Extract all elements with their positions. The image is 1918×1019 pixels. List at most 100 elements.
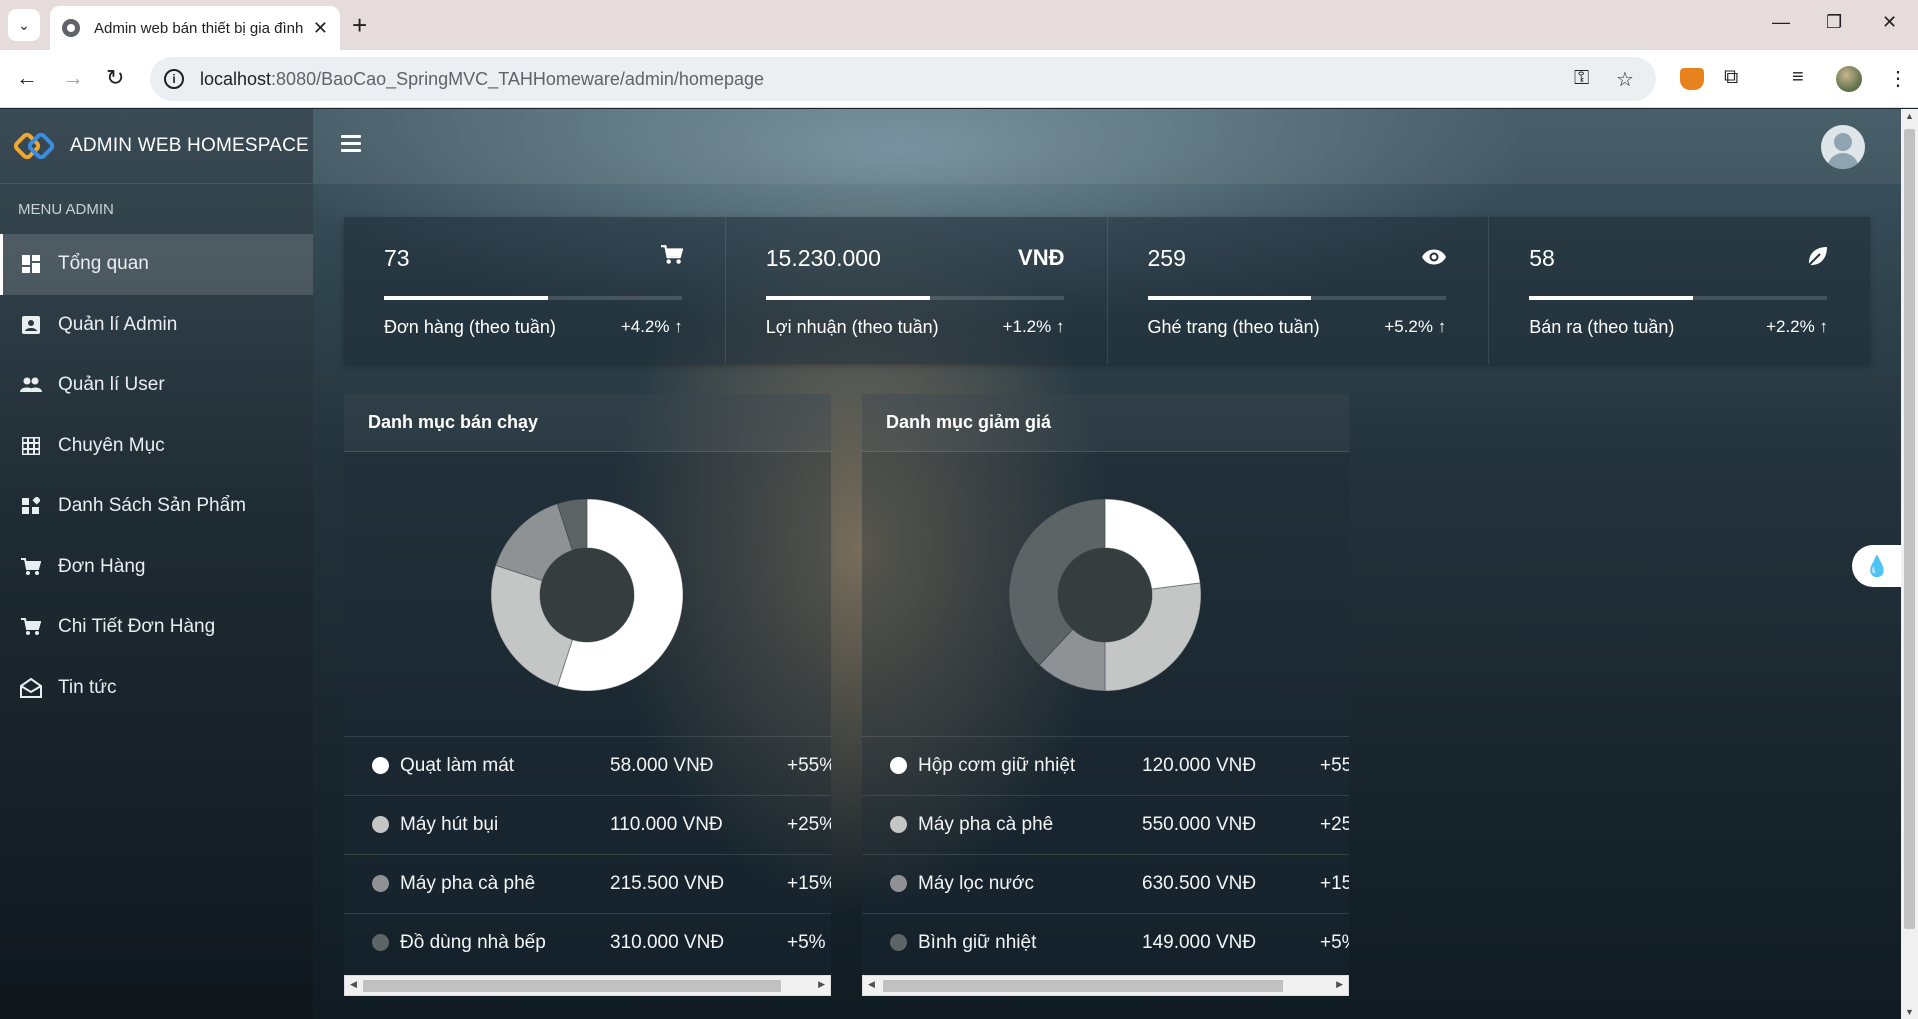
legend-percent: +25% xyxy=(1320,814,1349,835)
scroll-left-icon[interactable]: ◀ xyxy=(868,979,875,990)
sidebar-item-admin[interactable]: Quản lí Admin xyxy=(0,295,313,356)
legend-name: Máy pha cà phê xyxy=(400,873,536,894)
horizontal-scrollbar[interactable]: ◀ ▶ xyxy=(862,975,1349,996)
scroll-right-icon[interactable]: ▶ xyxy=(818,979,825,990)
sidebar-item-categories[interactable]: Chuyên Mục xyxy=(0,416,313,477)
extensions-puzzle-icon[interactable]: ⧉ xyxy=(1724,66,1738,89)
password-key-icon[interactable]: ⚿ xyxy=(1574,67,1589,90)
leaf-icon xyxy=(1806,245,1828,273)
reload-icon[interactable]: ↻ xyxy=(106,66,124,90)
sidebar-item-label: Quản lí User xyxy=(58,374,165,396)
stat-change: +2.2% ↑ xyxy=(1766,317,1828,336)
browser-toolbar: ← → ↻ i localhost:8080/BaoCao_SpringMVC_… xyxy=(0,50,1918,108)
sidebar-item-label: Tổng quan xyxy=(58,253,149,275)
stat-progress-bar xyxy=(765,296,1064,300)
back-icon[interactable]: ← xyxy=(16,66,38,90)
currency-label: VNĐ xyxy=(1018,245,1065,270)
browser-tab[interactable]: Admin web bán thiết bị gia đình ✕ xyxy=(50,6,340,50)
user-avatar[interactable] xyxy=(1821,125,1865,169)
cart-icon xyxy=(660,245,684,271)
stat-label: Lợi nhuận (theo tuần) xyxy=(765,317,939,337)
stat-profit: 15.230.000 VNĐ Lợi nhuận (theo tuần) +1.… xyxy=(726,217,1108,364)
profile-avatar[interactable] xyxy=(1836,66,1862,92)
sidebar-item-label: Quản lí Admin xyxy=(58,313,178,335)
brand[interactable]: ADMIN WEB HOMESPACE xyxy=(0,109,313,184)
legend-row: Máy pha cà phê 550.000 VNĐ +25% xyxy=(862,796,1349,855)
metamask-extension-icon[interactable] xyxy=(1680,68,1704,90)
legend-dot xyxy=(372,934,389,951)
sidebar-item-overview[interactable]: Tổng quan xyxy=(0,234,313,295)
legend-row: Đồ dùng nhà bếp 310.000 VNĐ +5% xyxy=(344,914,831,973)
scroll-down-icon[interactable]: ▼ xyxy=(1905,1007,1914,1017)
stat-value: 259 xyxy=(1147,245,1186,271)
close-tab-icon[interactable]: ✕ xyxy=(313,18,328,39)
site-info-icon[interactable]: i xyxy=(164,69,184,89)
close-window-icon[interactable]: ✕ xyxy=(1882,12,1897,33)
scrollbar-thumb[interactable] xyxy=(363,980,781,992)
legend-dot xyxy=(372,816,389,833)
legend-list: Quạt làm mát 58.000 VNĐ +55% Máy hút bụi… xyxy=(344,737,831,973)
legend-percent: +55% xyxy=(787,755,831,776)
water-drop-icon: 💧 xyxy=(1864,555,1890,578)
legend-row: Quạt làm mát 58.000 VNĐ +55% xyxy=(344,737,831,796)
legend-dot xyxy=(372,875,389,892)
sidebar: ADMIN WEB HOMESPACE MENU ADMIN Tổng quan… xyxy=(0,109,313,1019)
sidebar-item-label: Danh Sách Sản Phẩm xyxy=(58,495,247,517)
legend-price: 110.000 VNĐ xyxy=(610,814,723,835)
legend-row: Máy hút bụi 110.000 VNĐ +25% xyxy=(344,796,831,855)
tab-title: Admin web bán thiết bị gia đình xyxy=(94,19,304,37)
stats-row: 73 Đơn hàng (theo tuần) +4.2% ↑ 15.230.0… xyxy=(344,217,1870,364)
legend-dot xyxy=(890,875,907,892)
floating-extension-button[interactable]: 💧 xyxy=(1852,545,1902,587)
donut-hole xyxy=(1058,548,1152,642)
cart-icon xyxy=(20,616,42,638)
legend-price: 630.500 VNĐ xyxy=(1142,873,1257,894)
stat-progress-bar xyxy=(1147,296,1446,300)
stat-label: Ghé trang (theo tuần) xyxy=(1147,317,1320,337)
legend-name: Máy lọc nước xyxy=(918,873,1034,894)
legend-percent: +5% xyxy=(787,932,826,953)
legend-dot xyxy=(890,757,907,774)
globe-icon xyxy=(62,19,80,37)
legend-price: 120.000 VNĐ xyxy=(1142,755,1257,776)
scroll-up-icon[interactable]: ▲ xyxy=(1905,111,1914,121)
sidebar-item-order-details[interactable]: Chi Tiết Đơn Hàng xyxy=(0,597,313,658)
legend-list: Hộp cơm giữ nhiệt 120.000 VNĐ +55% Máy p… xyxy=(862,737,1349,973)
browser-tab-strip: ⌄ Admin web bán thiết bị gia đình ✕ + — … xyxy=(0,0,1918,50)
scroll-right-icon[interactable]: ▶ xyxy=(1336,979,1343,990)
scrollbar-thumb[interactable] xyxy=(883,980,1283,992)
page-scrollbar[interactable]: ▲ ▼ xyxy=(1901,109,1918,1019)
sidebar-item-products[interactable]: Danh Sách Sản Phẩm xyxy=(0,476,313,537)
url-text[interactable]: localhost:8080/BaoCao_SpringMVC_TAHHomew… xyxy=(200,69,764,90)
sidebar-item-label: Đơn Hàng xyxy=(58,555,146,577)
stat-sold: 58 Bán ra (theo tuần) +2.2% ↑ xyxy=(1489,217,1870,364)
new-tab-button[interactable]: + xyxy=(352,10,367,40)
tab-search-button[interactable]: ⌄ xyxy=(8,9,40,41)
legend-name: Đồ dùng nhà bếp xyxy=(400,932,546,953)
address-bar[interactable]: i localhost:8080/BaoCao_SpringMVC_TAHHom… xyxy=(150,57,1656,101)
horizontal-scrollbar[interactable]: ◀ ▶ xyxy=(344,975,831,996)
topbar xyxy=(313,109,1901,184)
stat-visits: 259 Ghé trang (theo tuần) +5.2% ↑ xyxy=(1108,217,1490,364)
legend-row: Máy lọc nước 630.500 VNĐ +15% xyxy=(862,855,1349,914)
card-title: Danh mục bán chạy xyxy=(344,394,831,452)
stat-value: 58 xyxy=(1529,245,1555,271)
browser-menu-icon[interactable]: ⋮ xyxy=(1888,66,1908,91)
restore-icon[interactable]: ❐ xyxy=(1826,12,1842,33)
donut-chart xyxy=(344,452,831,737)
sidebar-item-news[interactable]: Tin tức xyxy=(0,658,313,719)
scroll-left-icon[interactable]: ◀ xyxy=(350,979,357,990)
stat-progress-bar xyxy=(1529,296,1828,300)
bookmark-star-icon[interactable]: ☆ xyxy=(1616,67,1634,92)
stat-change: +1.2% ↑ xyxy=(1002,317,1065,336)
sidebar-item-orders[interactable]: Đơn Hàng xyxy=(0,537,313,598)
donut-chart-svg xyxy=(1008,498,1202,692)
media-control-icon[interactable]: ≡ xyxy=(1792,66,1804,89)
sidebar-item-users[interactable]: Quản lí User xyxy=(0,355,313,416)
card-discounted: Danh mục giảm giá Hộp cơm giữ nhiệt 120.… xyxy=(862,394,1349,996)
forward-icon[interactable]: → xyxy=(62,66,84,90)
menu-toggle-icon[interactable] xyxy=(341,135,361,156)
minimize-icon[interactable]: — xyxy=(1772,12,1790,33)
legend-row: Hộp cơm giữ nhiệt 120.000 VNĐ +55% xyxy=(862,737,1349,796)
page-scrollbar-thumb[interactable] xyxy=(1904,129,1915,929)
